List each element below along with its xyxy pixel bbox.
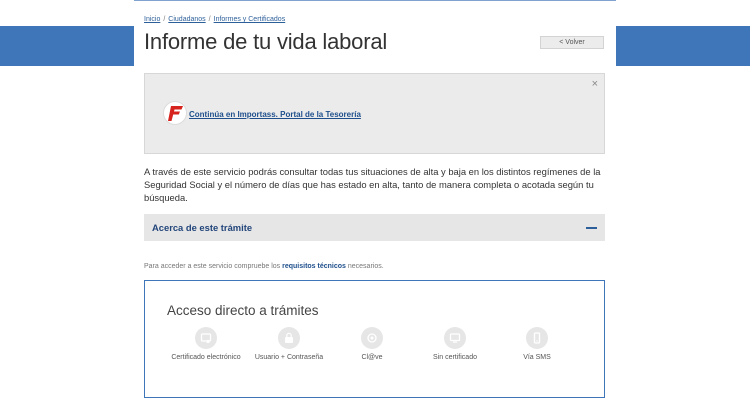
option-certificado[interactable]: Certificado electrónico [171,327,241,362]
importass-link[interactable]: Continúa en Importass. Portal de la Teso… [189,110,361,119]
breadcrumb-separator: / [208,16,211,23]
breadcrumb-separator: / [163,16,166,23]
option-label: Sin certificado [433,354,477,361]
option-clave[interactable]: Cl@ve [337,327,407,362]
back-button[interactable]: < Volver [540,36,604,49]
monitor-icon [444,327,466,349]
access-panel: Acceso directo a trámites Certificado el… [144,280,605,398]
intro-text: A través de este servicio podrás consult… [144,166,601,203]
option-label: Vía SMS [523,354,551,361]
breadcrumb-item-ciudadanos[interactable]: Ciudadanos [168,16,205,23]
breadcrumb-item-inicio[interactable]: Inicio [144,16,160,23]
main-container: Inicio / Ciudadanos / Informes y Certificado… [134,1,616,417]
option-label: Usuario + Contraseña [254,354,324,361]
requirements-suffix: necesarios. [345,263,384,270]
option-label: Certificado electrónico [171,354,241,361]
minus-icon[interactable] [586,227,597,229]
breadcrumb: Inicio / Ciudadanos / Informes y Certificado… [144,16,285,23]
option-sms[interactable]: Vía SMS [502,327,572,362]
close-icon[interactable]: × [592,79,598,90]
user-password-icon [278,327,300,349]
accordion-title: Acerca de este trámite [152,222,253,233]
requirements-text: Para acceder a este servicio compruebe l… [144,263,384,270]
option-usuario[interactable]: Usuario + Contraseña [254,327,324,362]
accordion-acerca[interactable]: Acerca de este trámite [144,214,605,241]
access-title: Acceso directo a trámites [167,303,319,318]
certificate-icon [195,327,217,349]
option-sin-certificado[interactable]: Sin certificado [420,327,490,362]
importass-alert: × Continúa en Importass. Portal de la Te… [144,73,605,154]
clave-icon [361,327,383,349]
option-label: Cl@ve [361,354,383,361]
requirements-link[interactable]: requisitos técnicos [282,263,346,270]
page-title: Informe de tu vida laboral [144,29,388,54]
requirements-prefix: Para acceder a este servicio compruebe l… [144,263,283,270]
mobile-icon [526,327,548,349]
breadcrumb-item-informes[interactable]: Informes y Certificados [214,16,286,23]
importass-logo-icon [163,101,187,125]
